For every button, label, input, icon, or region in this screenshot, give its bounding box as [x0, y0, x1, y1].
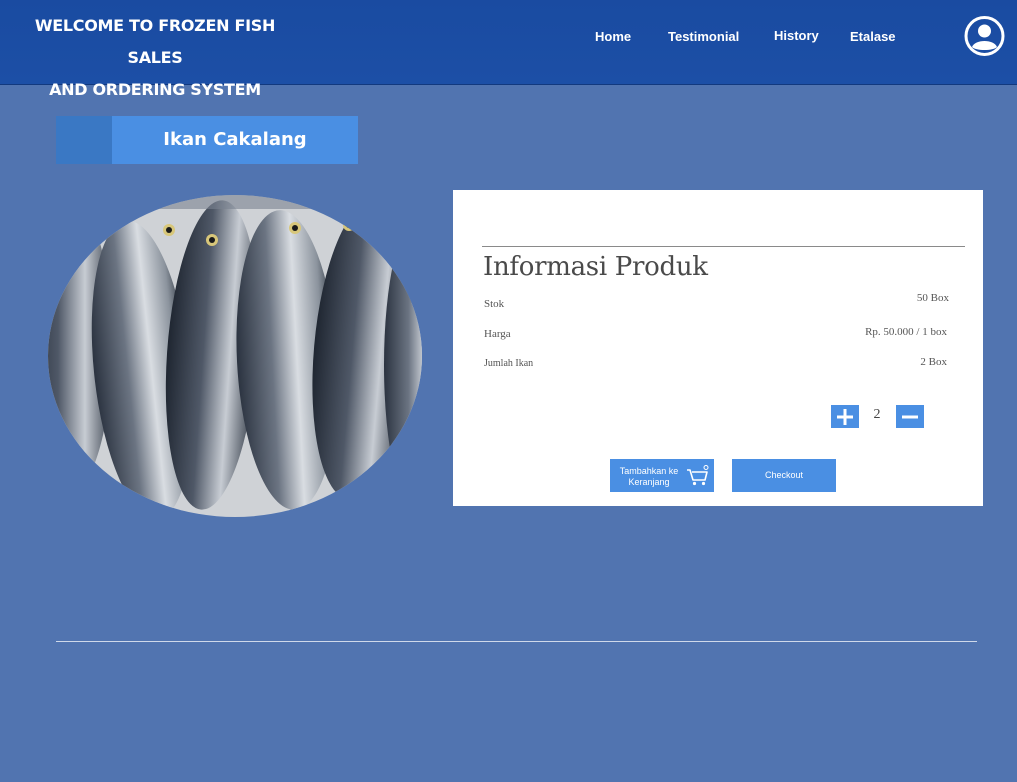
price-value: Rp. 50.000 / 1 box: [865, 326, 947, 338]
stock-value: 50 Box: [916, 292, 949, 304]
add-to-cart-label-line1: Tambahkan ke: [619, 466, 679, 476]
quantity-value: 2: [873, 407, 881, 422]
product-title-banner: Ikan Cakalang: [56, 116, 358, 164]
add-to-cart-label-line2: Keranjang: [628, 477, 670, 487]
card-divider: [482, 246, 965, 247]
product-info-card: Informasi Produk Stok 50 Box Harga Rp. 5…: [453, 190, 983, 506]
add-to-cart-button[interactable]: Tambahkan ke Keranjang: [610, 459, 714, 492]
increase-quantity-button[interactable]: [831, 405, 859, 428]
nav-etalase[interactable]: Etalase: [850, 29, 896, 44]
footer-divider: [56, 641, 977, 642]
quantity-label: Jumlah Ikan: [484, 358, 534, 369]
shopping-cart-icon: [687, 465, 709, 486]
top-navbar: WELCOME TO FROZEN FISH SALES AND ORDERIN…: [0, 0, 1017, 99]
info-heading: Informasi Produk: [483, 252, 708, 282]
product-name: Ikan Cakalang: [163, 129, 307, 150]
user-circle-icon[interactable]: [963, 16, 1006, 56]
checkout-button[interactable]: Checkout: [732, 459, 836, 492]
price-label: Harga: [484, 328, 511, 340]
title-accent-block: [56, 116, 112, 164]
nav-home[interactable]: Home: [595, 29, 631, 44]
fish-photo: [47, 195, 423, 517]
add-to-cart-label: Tambahkan ke Keranjang: [616, 466, 682, 488]
site-title-line1: WELCOME TO FROZEN FISH SALES: [34, 16, 276, 67]
quantity-summary-value: 2 Box: [920, 356, 947, 368]
stock-label: Stok: [484, 298, 505, 310]
site-title-line2: AND ORDERING SYSTEM: [49, 80, 261, 99]
plus-icon: [837, 408, 853, 425]
nav-testimonial[interactable]: Testimonial: [668, 29, 739, 44]
minus-icon: [902, 415, 918, 418]
site-title: WELCOME TO FROZEN FISH SALES AND ORDERIN…: [24, 10, 286, 106]
decrease-quantity-button[interactable]: [896, 405, 924, 428]
nav-history[interactable]: History: [774, 28, 819, 43]
